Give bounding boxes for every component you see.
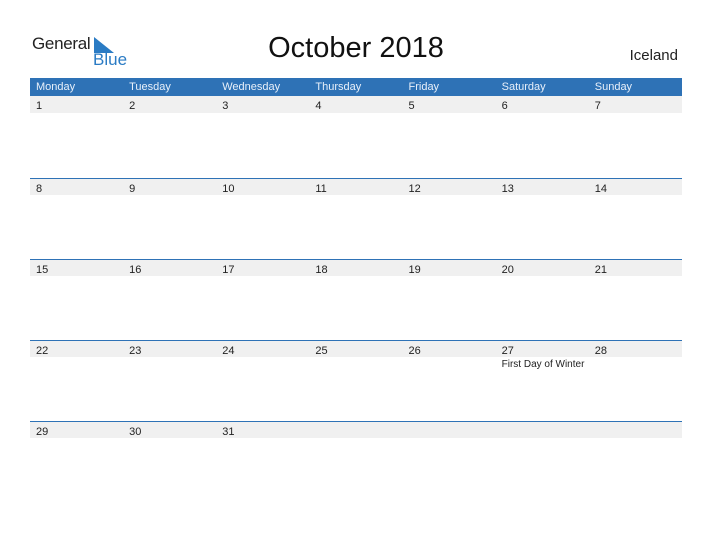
week-row: 22 23 24 25 26 27 First Day of Winter 28 (30, 340, 682, 421)
day-cell: 7 (589, 96, 682, 113)
week-row: 1 2 3 4 5 6 7 (30, 96, 682, 178)
day-number: 17 (222, 264, 235, 276)
day-cell: 11 (309, 179, 402, 195)
day-cell: 16 (123, 260, 216, 276)
calendar-grid: Monday Tuesday Wednesday Thursday Friday… (30, 78, 682, 502)
weekday-header: Monday Tuesday Wednesday Thursday Friday… (30, 78, 682, 96)
day-cell (496, 422, 589, 438)
weekday-tuesday: Tuesday (129, 81, 171, 93)
day-number: 2 (129, 100, 136, 112)
weekday-saturday: Saturday (501, 81, 546, 93)
day-number: 19 (408, 264, 421, 276)
day-cell: 20 (496, 260, 589, 276)
day-cell: 17 (216, 260, 309, 276)
day-number: 1 (36, 100, 43, 112)
day-cell (309, 422, 402, 438)
week-row: 29 30 31 (30, 421, 682, 502)
page-title: October 2018 (268, 32, 444, 64)
country-label: Iceland (629, 47, 678, 64)
day-number: 5 (408, 100, 415, 112)
day-cell (403, 422, 496, 438)
day-cell: 19 (403, 260, 496, 276)
day-number: 31 (222, 426, 235, 438)
day-cell: 21 (589, 260, 682, 276)
day-cell: 23 (123, 341, 216, 357)
day-cell: 22 (30, 341, 123, 357)
day-number: 16 (129, 264, 142, 276)
day-number: 11 (315, 183, 327, 195)
day-number: 30 (129, 426, 142, 438)
day-cell: 8 (30, 179, 123, 195)
day-number: 28 (594, 345, 607, 357)
day-cell: 27 First Day of Winter (496, 341, 589, 370)
day-cell (589, 422, 682, 438)
day-number: 15 (36, 264, 49, 276)
day-number: 29 (36, 426, 49, 438)
day-number-strip: 1 2 3 4 5 6 7 (30, 96, 682, 113)
day-number: 27 (501, 345, 514, 357)
day-cell: 4 (309, 96, 402, 113)
weekday-thursday: Thursday (315, 81, 362, 93)
day-cell: 12 (403, 179, 496, 195)
day-cell: 2 (123, 96, 216, 113)
day-number: 23 (129, 345, 142, 357)
day-number-strip: 22 23 24 25 26 27 First Day of Winter 28 (30, 340, 682, 370)
day-number: 9 (129, 183, 136, 195)
day-number-strip: 15 16 17 18 19 20 21 (30, 259, 682, 276)
day-number-strip: 8 9 10 11 12 13 14 (30, 178, 682, 195)
day-number: 6 (501, 100, 508, 112)
week-row: 8 9 10 11 12 13 14 (30, 178, 682, 259)
day-number: 20 (501, 264, 514, 276)
day-cell: 9 (123, 179, 216, 195)
day-cell: 26 (403, 341, 496, 357)
day-number: 25 (315, 345, 328, 357)
day-number: 18 (315, 264, 328, 276)
day-cell: 29 (30, 422, 123, 438)
day-number: 3 (222, 100, 229, 112)
day-number: 10 (222, 183, 235, 195)
day-cell: 24 (216, 341, 309, 357)
day-cell: 14 (589, 179, 682, 195)
day-cell: 15 (30, 260, 123, 276)
weekday-wednesday: Wednesday (222, 81, 281, 93)
day-number-strip: 29 30 31 (30, 421, 682, 438)
day-cell: 31 (216, 422, 309, 438)
day-cell: 25 (309, 341, 402, 357)
day-cell: 3 (216, 96, 309, 113)
day-number: 22 (36, 345, 49, 357)
day-cell: 5 (403, 96, 496, 113)
day-cell: 28 (589, 341, 682, 357)
week-row: 15 16 17 18 19 20 21 (30, 259, 682, 340)
day-cell: 1 (30, 96, 123, 113)
holiday-event: First Day of Winter (501, 359, 585, 370)
day-cell: 10 (216, 179, 309, 195)
weekday-friday: Friday (408, 81, 440, 93)
day-number: 12 (408, 183, 421, 195)
weeks-container: 1 2 3 4 5 6 7 8 9 10 11 12 13 14 15 16 17 18 19 20 21 22 23 24 2… (30, 96, 682, 502)
day-cell: 30 (123, 422, 216, 438)
day-number: 14 (594, 183, 607, 195)
day-number: 7 (594, 100, 601, 112)
day-cell: 13 (496, 179, 589, 195)
day-number: 8 (36, 183, 43, 195)
weekday-sunday: Sunday (594, 81, 633, 93)
day-number: 4 (315, 100, 322, 112)
day-number: 21 (594, 264, 607, 276)
weekday-monday: Monday (36, 81, 76, 93)
day-number: 24 (222, 345, 235, 357)
day-number: 13 (501, 183, 514, 195)
day-cell: 6 (496, 96, 589, 113)
day-cell: 18 (309, 260, 402, 276)
day-number: 26 (408, 345, 421, 357)
